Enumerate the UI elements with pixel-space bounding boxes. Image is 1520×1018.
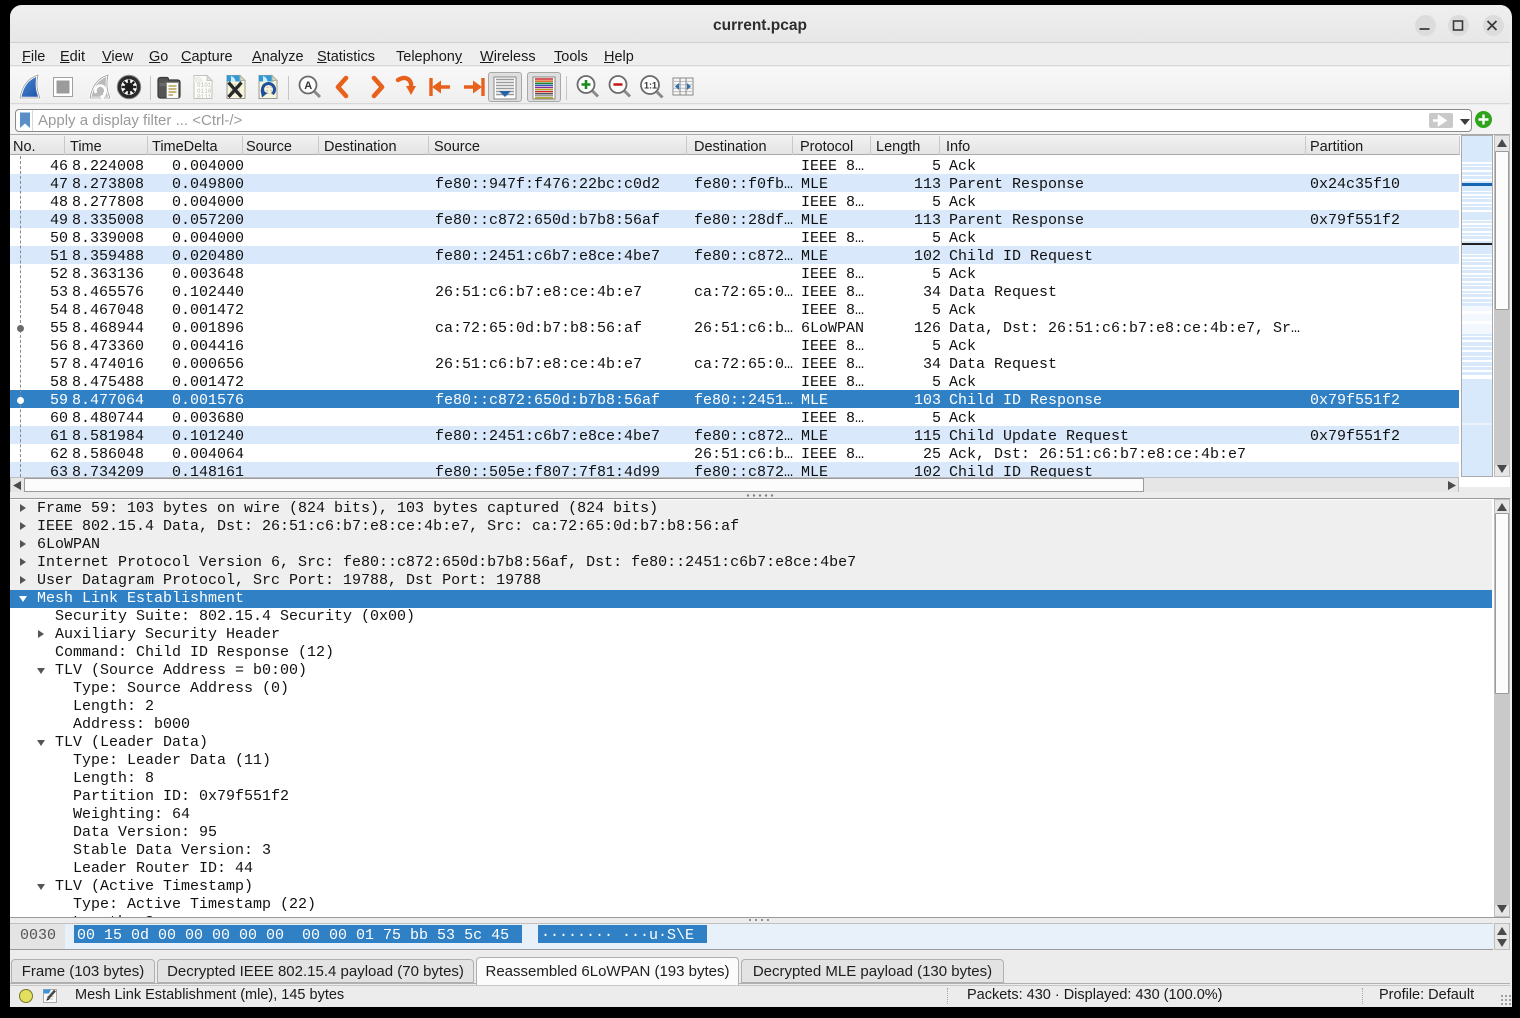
svg-text:0111: 0111	[197, 94, 212, 101]
svg-text:A: A	[304, 80, 312, 92]
svg-text:1:1: 1:1	[644, 81, 657, 91]
